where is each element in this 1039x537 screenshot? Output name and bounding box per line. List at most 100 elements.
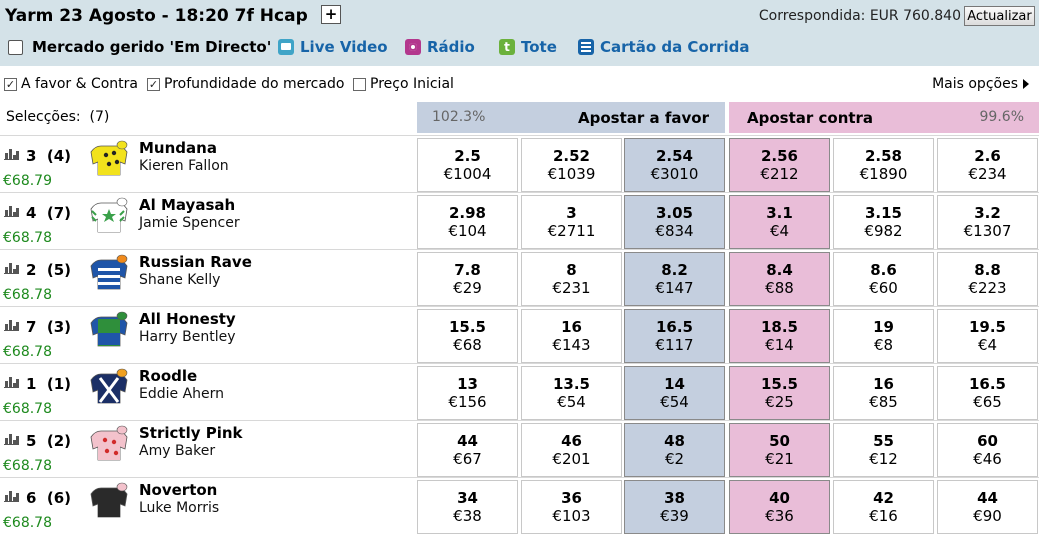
back-price-cell[interactable]: 8 €231 — [521, 252, 622, 306]
selections-count: (7) — [89, 109, 110, 125]
lay-price-cell[interactable]: 8.8 €223 — [937, 252, 1038, 306]
lay-price-cell[interactable]: 40 €36 — [729, 480, 830, 534]
saddle-number: 7 — [26, 318, 37, 336]
tote-link[interactable]: t Tote — [499, 38, 557, 56]
runner-name[interactable]: Mundana — [139, 139, 217, 157]
back-price-cell[interactable]: 48 €2 — [624, 423, 725, 477]
back-price-cell[interactable]: 15.5 €68 — [417, 309, 518, 363]
back-price-cell[interactable]: 2.98 €104 — [417, 195, 518, 249]
saddle-number: 4 — [26, 204, 37, 222]
lay-price-cell[interactable]: 3.2 €1307 — [937, 195, 1038, 249]
back-price-cell[interactable]: 2.52 €1039 — [521, 138, 622, 192]
add-market-button[interactable]: + — [321, 5, 341, 24]
radio-link[interactable]: Rádio — [405, 38, 475, 56]
odds-value: 46 — [561, 432, 582, 450]
runner-name[interactable]: Russian Rave — [139, 253, 252, 271]
jockey-name: Harry Bentley — [139, 329, 236, 345]
race-card-link[interactable]: Cartão da Corrida — [578, 38, 750, 56]
odds-value: 16 — [873, 375, 894, 393]
back-price-cell[interactable]: 14 €54 — [624, 366, 725, 420]
back-price-cell[interactable]: 8.2 €147 — [624, 252, 725, 306]
lay-price-cell[interactable]: 3.1 €4 — [729, 195, 830, 249]
lay-price-cell[interactable]: 19 €8 — [833, 309, 934, 363]
runner-name[interactable]: Roodle — [139, 367, 197, 385]
lay-price-cell[interactable]: 55 €12 — [833, 423, 934, 477]
back-price-cell[interactable]: 36 €103 — [521, 480, 622, 534]
more-options-link[interactable]: Mais opções — [932, 76, 1029, 92]
back-price-cell[interactable]: 44 €67 — [417, 423, 518, 477]
odds-value: 2.6 — [974, 147, 1001, 165]
runner-name[interactable]: Al Mayasah — [139, 196, 235, 214]
price-chart-icon[interactable] — [4, 433, 19, 445]
back-price-cell[interactable]: 46 €201 — [521, 423, 622, 477]
price-chart-icon[interactable] — [4, 262, 19, 274]
lay-price-cell[interactable]: 18.5 €14 — [729, 309, 830, 363]
back-price-cell[interactable]: 2.54 €3010 — [624, 138, 725, 192]
back-price-cell[interactable]: 38 €39 — [624, 480, 725, 534]
market-depth-checkbox[interactable]: ✓ — [147, 77, 160, 91]
lay-price-cell[interactable]: 50 €21 — [729, 423, 830, 477]
available-amount: €1890 — [859, 165, 908, 183]
lay-price-cell[interactable]: 2.56 €212 — [729, 138, 830, 192]
runner-info: 5 (2) €68.78 Strictly Pink Amy Baker — [0, 421, 412, 478]
jockey-silk-icon — [89, 368, 129, 404]
runner-name[interactable]: Noverton — [139, 481, 217, 499]
back-price-cell[interactable]: 16.5 €117 — [624, 309, 725, 363]
lay-price-cell[interactable]: 8.6 €60 — [833, 252, 934, 306]
lay-price-cell[interactable]: 2.6 €234 — [937, 138, 1038, 192]
jockey-silk-icon — [89, 482, 129, 518]
starting-price-checkbox[interactable] — [353, 77, 366, 91]
back-price-cell[interactable]: 13.5 €54 — [521, 366, 622, 420]
runner-info: 6 (6) €68.78 Noverton Luke Morris — [0, 478, 412, 535]
back-price-cell[interactable]: 2.5 €1004 — [417, 138, 518, 192]
refresh-button[interactable]: Actualizar — [964, 6, 1035, 26]
lay-price-cell[interactable]: 60 €46 — [937, 423, 1038, 477]
available-amount: €85 — [869, 393, 898, 411]
jockey-name: Jamie Spencer — [139, 215, 240, 231]
price-chart-icon[interactable] — [4, 205, 19, 217]
runner-number-draw: 5 (2) — [26, 432, 71, 450]
inplay-checkbox[interactable] — [8, 39, 23, 55]
live-video-link[interactable]: Live Video — [278, 38, 388, 56]
odds-value: 40 — [769, 489, 790, 507]
back-lay-checkbox[interactable]: ✓ — [4, 77, 17, 91]
tote-label: Tote — [521, 38, 557, 56]
profit-loss-value: €68.78 — [3, 401, 52, 417]
lay-price-cell[interactable]: 16.5 €65 — [937, 366, 1038, 420]
odds-value: 13 — [457, 375, 478, 393]
price-chart-icon[interactable] — [4, 148, 19, 160]
view-options: ✓ A favor & Contra ✓ Profundidade do mer… — [0, 74, 1039, 96]
price-chart-icon[interactable] — [4, 490, 19, 502]
odds-value: 16.5 — [968, 375, 1006, 393]
lay-price-cell[interactable]: 8.4 €88 — [729, 252, 830, 306]
runner-row: 1 (1) €68.78 Roodle Eddie Ahern 13 €156 13.5 €5… — [0, 363, 1039, 420]
lay-price-cell[interactable]: 44 €90 — [937, 480, 1038, 534]
back-price-cell[interactable]: 13 €156 — [417, 366, 518, 420]
runner-name[interactable]: All Honesty — [139, 310, 236, 328]
runner-name[interactable]: Strictly Pink — [139, 424, 243, 442]
lay-price-cell[interactable]: 42 €16 — [833, 480, 934, 534]
back-price-cell[interactable]: 3.05 €834 — [624, 195, 725, 249]
inplay-toggle[interactable]: Mercado gerido 'Em Directo' — [8, 38, 271, 56]
price-chart-icon[interactable] — [4, 319, 19, 331]
lay-price-cell[interactable]: 2.58 €1890 — [833, 138, 934, 192]
back-price-cell[interactable]: 34 €38 — [417, 480, 518, 534]
odds-value: 8 — [566, 261, 577, 279]
lay-price-cell[interactable]: 19.5 €4 — [937, 309, 1038, 363]
back-price-cell[interactable]: 3 €2711 — [521, 195, 622, 249]
odds-value: 3 — [566, 204, 577, 222]
lay-price-cell[interactable]: 15.5 €25 — [729, 366, 830, 420]
back-lay-option[interactable]: ✓ A favor & Contra — [4, 76, 138, 92]
starting-price-option[interactable]: Preço Inicial — [353, 76, 454, 92]
market-depth-option[interactable]: ✓ Profundidade do mercado — [147, 76, 344, 92]
available-amount: €4 — [769, 222, 790, 240]
back-price-cell[interactable]: 16 €143 — [521, 309, 622, 363]
lay-price-cell[interactable]: 16 €85 — [833, 366, 934, 420]
back-price-cell[interactable]: 7.8 €29 — [417, 252, 518, 306]
saddle-number: 6 — [26, 489, 37, 507]
available-amount: €223 — [968, 279, 1007, 297]
lay-price-cell[interactable]: 3.15 €982 — [833, 195, 934, 249]
lay-book-percentage: 99.6% — [979, 109, 1024, 125]
runner-info: 2 (5) €68.78 Russian Rave Shane Kelly — [0, 250, 412, 307]
price-chart-icon[interactable] — [4, 376, 19, 388]
